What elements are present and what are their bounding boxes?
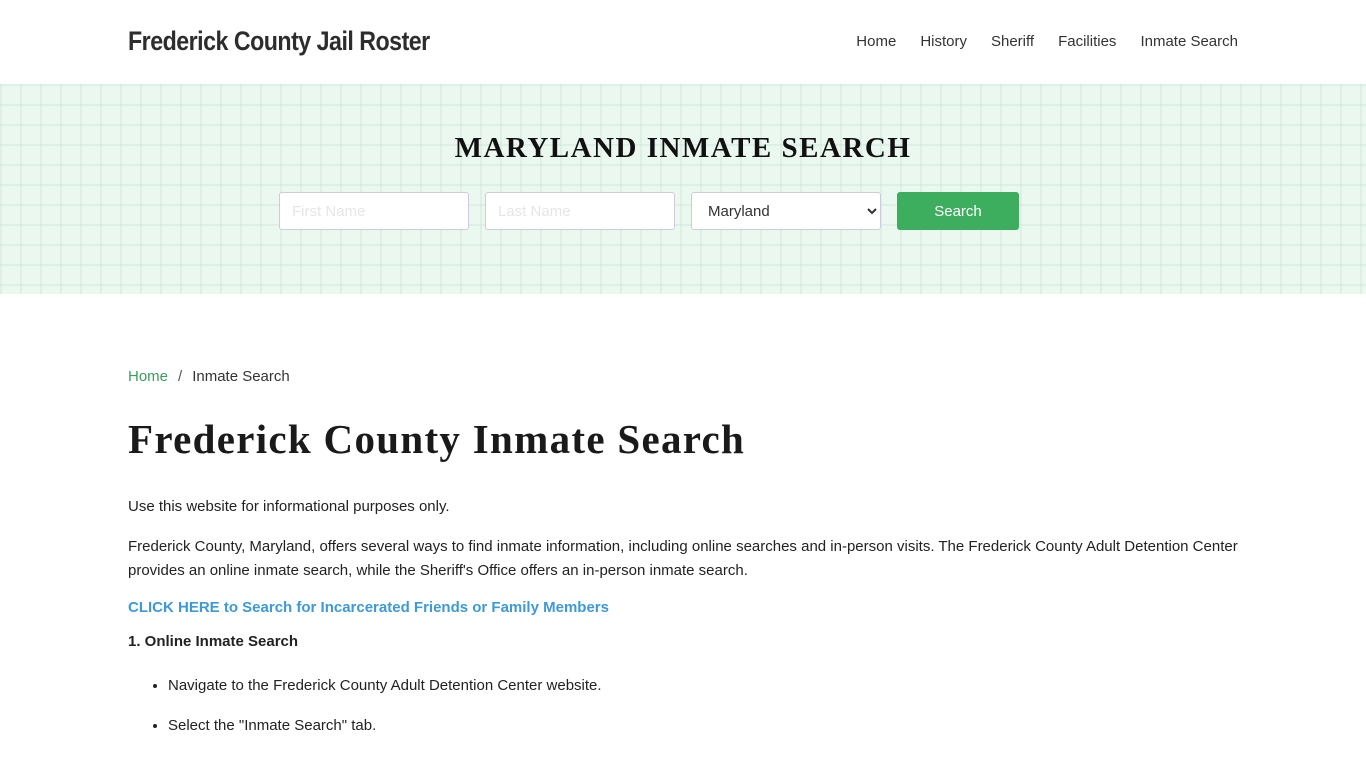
search-cta-link[interactable]: CLICK HERE to Search for Incarcerated Fr… xyxy=(128,599,1238,616)
page-title: Frederick County Inmate Search xyxy=(128,416,746,462)
section-heading: 1. Online Inmate Search xyxy=(128,633,299,650)
site-brand[interactable]: Frederick County Jail Roster xyxy=(128,26,430,57)
breadcrumb-home[interactable]: Home xyxy=(128,368,168,385)
list-item: Select the "Inmate Search" tab. xyxy=(168,714,1238,738)
search-form: Maryland Search xyxy=(279,192,1019,230)
steps-list: Navigate to the Frederick County Adult D… xyxy=(128,674,1238,738)
disclaimer-text: Use this website for informational purpo… xyxy=(128,498,450,515)
nav-sheriff[interactable]: Sheriff xyxy=(991,33,1034,50)
list-item: Navigate to the Frederick County Adult D… xyxy=(168,674,1238,698)
site-header: Frederick County Jail Roster Home Histor… xyxy=(0,0,1366,84)
breadcrumb-separator: / xyxy=(178,368,183,385)
first-name-input[interactable] xyxy=(279,192,469,230)
intro-paragraph: Frederick County, Maryland, offers sever… xyxy=(128,538,1238,579)
state-select[interactable]: Maryland xyxy=(691,192,881,230)
search-hero: MARYLAND INMATE SEARCH Maryland Search xyxy=(0,84,1366,294)
main-nav: Home History Sheriff Facilities Inmate S… xyxy=(832,33,1238,50)
nav-inmate-search[interactable]: Inmate Search xyxy=(1140,33,1238,50)
breadcrumb: Home / Inmate Search xyxy=(128,368,1238,385)
nav-facilities[interactable]: Facilities xyxy=(1058,33,1116,50)
search-button[interactable]: Search xyxy=(897,192,1019,230)
hero-title: MARYLAND INMATE SEARCH xyxy=(454,132,912,164)
last-name-input[interactable] xyxy=(485,192,675,230)
breadcrumb-current: Inmate Search xyxy=(192,368,290,385)
main-content: Home / Inmate Search Frederick County Inma… xyxy=(128,368,1238,754)
nav-home[interactable]: Home xyxy=(856,33,896,50)
nav-history[interactable]: History xyxy=(920,33,967,50)
